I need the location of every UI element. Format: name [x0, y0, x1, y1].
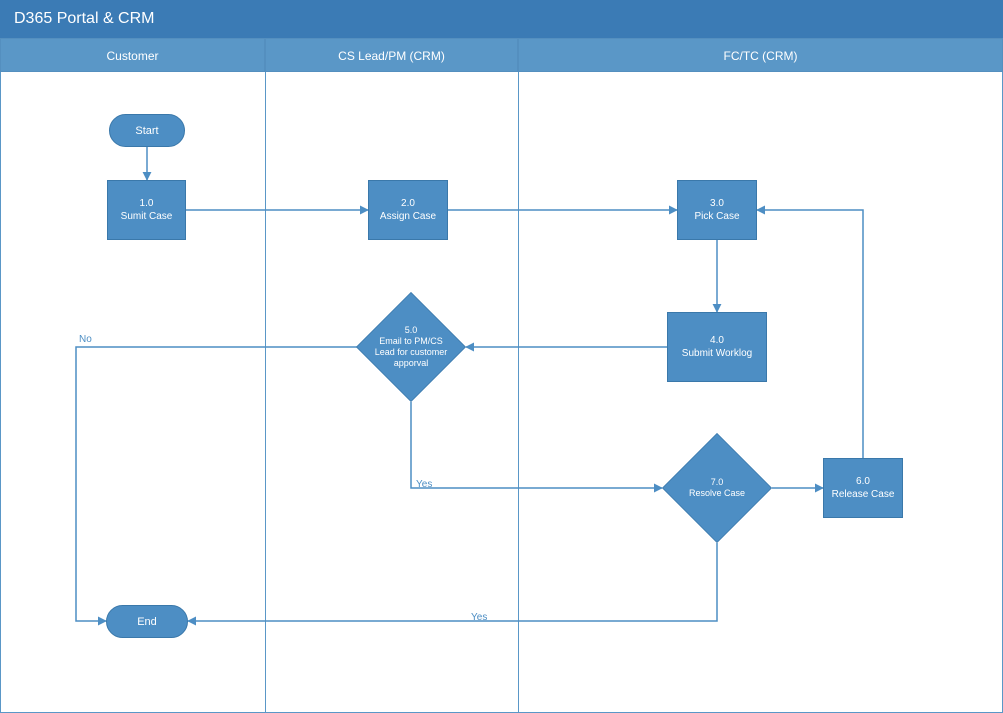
lane-cs-lead-pm: CS Lead/PM (CRM): [265, 38, 518, 72]
node-label: Email to PM/CS Lead for customer apporva…: [374, 336, 448, 368]
edge-label-yes-1: Yes: [416, 479, 432, 490]
node-number: 4.0: [710, 334, 724, 347]
node-number: 5.0: [405, 325, 418, 336]
node-number: 3.0: [710, 197, 724, 210]
decision-email-approval: 5.0 Email to PM/CS Lead for customer app…: [356, 292, 466, 402]
node-number: 7.0: [711, 477, 724, 488]
process-assign-case: 2.0 Assign Case: [368, 180, 448, 240]
terminator-start: Start: [109, 114, 185, 147]
terminator-end: End: [106, 605, 188, 638]
process-submit-case: 1.0 Sumit Case: [107, 180, 186, 240]
node-number: 2.0: [401, 197, 415, 210]
lane-fc-tc: FC/TC (CRM): [518, 38, 1003, 72]
node-label: Resolve Case: [689, 488, 745, 499]
edge-label-yes-2: Yes: [471, 612, 487, 623]
lane-divider-1: [265, 72, 266, 712]
lane-divider-2: [518, 72, 519, 712]
decision-resolve-case: 7.0 Resolve Case: [662, 433, 772, 543]
lane-customer: Customer: [0, 38, 265, 72]
diagram-title: D365 Portal & CRM: [0, 0, 1003, 38]
node-label: Release Case: [832, 488, 895, 501]
lanes-header: Customer CS Lead/PM (CRM) FC/TC (CRM): [0, 38, 1003, 72]
process-release-case: 6.0 Release Case: [823, 458, 903, 518]
swimlane-canvas: Start End 1.0 Sumit Case 2.0 Assign Case…: [0, 72, 1003, 713]
node-label: Submit Worklog: [682, 347, 752, 360]
node-number: 6.0: [856, 475, 870, 488]
node-number: 1.0: [140, 197, 154, 210]
process-pick-case: 3.0 Pick Case: [677, 180, 757, 240]
edge-label-no: No: [79, 334, 92, 345]
process-submit-worklog: 4.0 Submit Worklog: [667, 312, 767, 382]
node-label: Pick Case: [694, 210, 739, 223]
node-label: Sumit Case: [121, 210, 173, 223]
node-label: Assign Case: [380, 210, 436, 223]
